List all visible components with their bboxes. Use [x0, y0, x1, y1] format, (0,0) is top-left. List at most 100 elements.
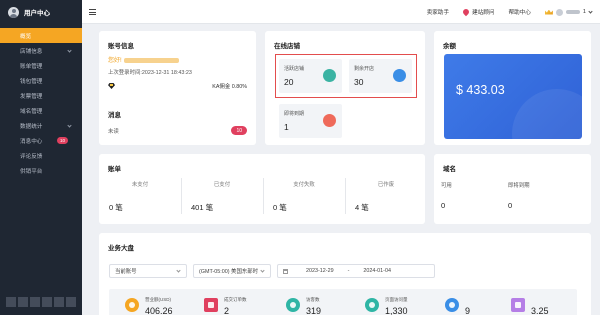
sidebar-item-feedback[interactable]: 评论反馈 — [0, 148, 82, 163]
remaining-stores-icon — [393, 69, 406, 82]
sidebar-item-wallet[interactable]: 钱包管理 — [0, 73, 82, 88]
sidebar-item-label: 供销平台 — [20, 168, 43, 175]
sidebar-footer-blurred — [6, 297, 76, 307]
sidebar-item-bills[interactable]: 账单管理 — [0, 58, 82, 73]
kpi-value: 2 — [224, 306, 230, 315]
last-login-time: 上次登录时间:2023-12-31 18:43:23 — [108, 70, 192, 76]
sidebar-item-overview[interactable]: 概览 — [0, 28, 82, 43]
bill-paid[interactable]: 已支付 401 笔 — [181, 170, 263, 220]
kpi-page-views[interactable]: 页面访问量 1,330 — [365, 295, 435, 315]
sidebar-item-label: 店铺信息 — [20, 48, 43, 55]
sidebar-item-label: 评论反馈 — [20, 153, 43, 160]
chevron-down-icon — [176, 268, 181, 273]
eye-icon — [365, 298, 379, 312]
greeting-text: 您好! — [108, 58, 122, 64]
bill-paid-label: 已支付 — [213, 182, 231, 188]
message-title: 消息 — [108, 112, 121, 119]
unread-label: 未读 — [108, 128, 119, 135]
kpi-value: 319 — [306, 306, 322, 315]
sidebar-item-store-info[interactable]: 店铺信息 — [0, 43, 82, 58]
bill-unpaid[interactable]: 未支付 0 笔 — [99, 170, 181, 220]
seller-helper-link[interactable]: 卖家助手 — [427, 8, 449, 16]
expiring-stores-stat[interactable]: 即将到期 1 — [279, 104, 342, 138]
date-end: 2024-01-04 — [363, 268, 391, 274]
account-card: 账号信息 您好! 上次登录时间:2023-12-31 18:43:23 KA佣金… — [99, 31, 256, 145]
unread-count-badge: 10 — [231, 126, 247, 135]
hamburger-menu-icon[interactable] — [89, 9, 96, 15]
ka-commission-row: KA佣金 0.80% — [108, 82, 247, 90]
domains-title: 域名 — [443, 166, 456, 173]
kpi-label: 成交订单数 — [224, 297, 247, 302]
chevron-down-icon — [67, 48, 72, 53]
kpi-orders[interactable]: 成交订单数 2 — [204, 295, 274, 315]
stores-title: 在线店铺 — [274, 43, 300, 50]
sidebar-item-supply-platform[interactable]: 供销平台 — [0, 163, 82, 178]
remaining-stores-value: 30 — [354, 77, 364, 87]
unread-row[interactable]: 未读 10 — [108, 126, 247, 135]
bill-unpaid-label: 未支付 — [131, 182, 149, 188]
balance-card: 余额 $ 433.03 — [434, 31, 591, 145]
sidebar-item-domains[interactable]: 域名管理 — [0, 103, 82, 118]
vip-crown-icon — [544, 9, 553, 15]
site-advisor-label: 建站顾问 — [472, 10, 495, 16]
dashboard-title: 业务大盘 — [108, 245, 134, 252]
sidebar-item-invoices[interactable]: 发票管理 — [0, 88, 82, 103]
bill-voided[interactable]: 已作废 4 笔 — [345, 170, 427, 220]
sidebar-item-messages[interactable]: 消息中心 10 — [0, 133, 82, 148]
site-advisor-link[interactable]: 建站顾问 — [461, 7, 495, 17]
kpi-ratio[interactable]: 3.25 — [511, 295, 571, 315]
sidebar-item-statistics[interactable]: 数据统计 — [0, 118, 82, 133]
help-center-label: 帮助中心 — [508, 10, 531, 16]
balance-title: 余额 — [443, 43, 456, 50]
bill-voided-label: 已作废 — [377, 182, 395, 188]
online-stores-card: 在线店铺 活跃店铺 20 剩余开店 30 即将到期 1 — [265, 31, 425, 145]
domains-available-value[interactable]: 0 — [441, 201, 445, 210]
account-name-blurred — [123, 57, 179, 63]
sidebar-item-label: 数据统计 — [20, 123, 43, 130]
expiring-stores-icon — [323, 114, 336, 127]
domains-available-label: 可用 — [441, 183, 452, 189]
kpi-label: 营业额(USD) — [145, 297, 171, 302]
kpi-label: 页面访问量 — [385, 297, 408, 302]
sidebar-item-label: 发票管理 — [20, 93, 43, 100]
user-avatar-icon — [8, 6, 19, 18]
balance-value: $ 433.03 — [456, 83, 505, 97]
bills-card: 账单 未支付 0 笔 已支付 401 笔 支付失败 0 笔 已作废 4 笔 — [99, 154, 425, 224]
date-separator: - — [347, 268, 350, 274]
chevron-down-icon — [588, 8, 593, 14]
domains-expiring-value[interactable]: 0 — [508, 201, 512, 210]
active-stores-label: 活跃店铺 — [284, 66, 305, 72]
topbar: 卖家助手 建站顾问 帮助中心 1 — [82, 0, 600, 24]
sidebar-item-label: 账单管理 — [20, 63, 43, 70]
sidebar-item-label: 消息中心 — [20, 138, 43, 145]
username-blurred — [565, 10, 580, 14]
help-center-link[interactable]: 帮助中心 — [508, 8, 530, 16]
kpi-visitors[interactable]: 访客数 319 — [286, 295, 356, 315]
sidebar-title: 用户中心 — [24, 10, 50, 17]
date-start: 2023-12-29 — [306, 268, 334, 274]
balance-panel[interactable]: $ 433.03 — [444, 54, 582, 139]
bill-failed[interactable]: 支付失败 0 笔 — [263, 170, 345, 220]
bill-paid-value: 401 笔 — [191, 203, 214, 212]
remaining-stores-stat[interactable]: 剩余开店 30 — [349, 59, 412, 93]
greeting: 您好! — [108, 55, 179, 64]
active-stores-stat[interactable]: 活跃店铺 20 — [279, 59, 342, 93]
diamond-icon — [108, 83, 115, 89]
user-add-icon — [445, 298, 459, 312]
bill-failed-value: 0 笔 — [273, 203, 287, 212]
account-title: 账号信息 — [108, 43, 134, 50]
bill-failed-label: 支付失败 — [293, 182, 315, 188]
sidebar-item-label: 域名管理 — [20, 108, 43, 115]
user-avatar — [555, 8, 563, 16]
account-select[interactable]: 当前账号 — [109, 264, 187, 278]
timezone-select[interactable]: (GMT-05:00) 美国东部时 — [193, 264, 271, 278]
kpi-value: 3.25 — [531, 306, 549, 315]
kpi-label: 访客数 — [306, 297, 320, 302]
order-list-icon — [204, 298, 218, 312]
document-icon — [511, 298, 525, 312]
kpi-revenue[interactable]: 营业额(USD) 406.26 — [125, 295, 195, 315]
kpi-new-users[interactable]: 9 — [445, 295, 505, 315]
sidebar-item-label: 概览 — [20, 33, 32, 40]
user-menu[interactable]: 1 — [544, 8, 593, 16]
date-range-picker[interactable]: 2023-12-29 - 2024-01-04 — [277, 264, 435, 278]
